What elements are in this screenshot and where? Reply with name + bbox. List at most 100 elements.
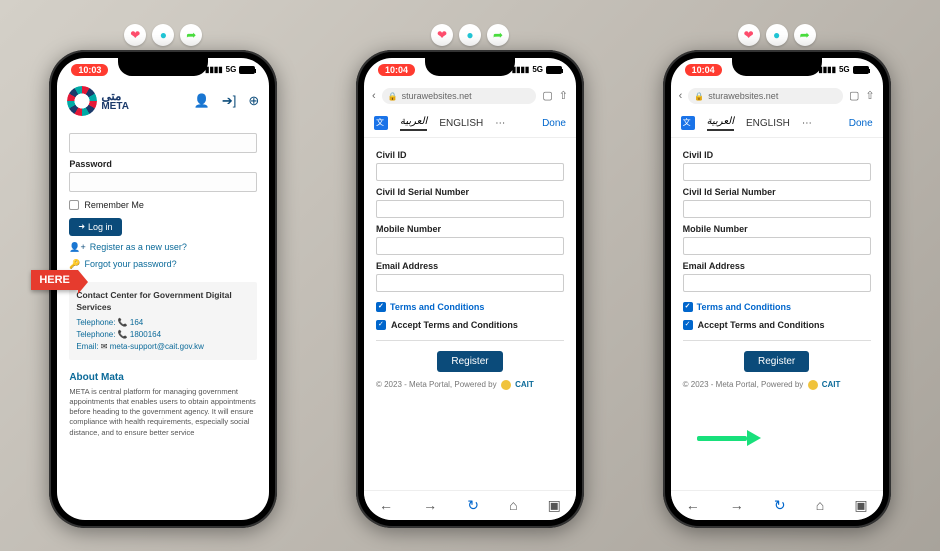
mobile-input[interactable] — [376, 237, 564, 255]
url-field[interactable]: sturawebsites.net — [688, 88, 843, 104]
phone-frame-1: HERE 10:03 ▮▮▮▮ 5G متى META — [49, 50, 277, 528]
lock-icon — [694, 91, 704, 101]
translate-icon[interactable] — [374, 116, 388, 130]
notch — [118, 58, 208, 76]
more-dots-icon[interactable]: ⋯ — [802, 118, 812, 129]
heart-icon[interactable] — [124, 24, 146, 46]
login-arrow-icon[interactable]: ➔] — [222, 93, 237, 109]
terms-link[interactable]: Terms and Conditions — [683, 302, 871, 312]
back-icon[interactable]: ‹ — [679, 90, 683, 102]
tel2-label: Telephone: — [76, 330, 115, 339]
translate-arabic[interactable]: العربية — [400, 116, 427, 131]
nav-forward-icon[interactable]: → — [423, 497, 437, 513]
heart-icon[interactable] — [738, 24, 760, 46]
tel2[interactable]: 1800164 — [130, 330, 161, 339]
cait-globe-icon — [501, 380, 511, 390]
cait-label: CAIT — [822, 380, 841, 389]
url-field[interactable]: sturawebsites.net — [382, 88, 537, 104]
share-up-icon[interactable]: ⇧ — [559, 89, 568, 102]
nav-reload-icon[interactable]: ↻ — [467, 497, 479, 514]
signal-label: 5G — [532, 65, 543, 74]
nav-tabs-icon[interactable]: ▣ — [548, 497, 561, 514]
globe-icon[interactable]: ⊕ — [248, 93, 259, 109]
more-dots-icon[interactable]: ⋯ — [495, 118, 505, 129]
translate-done[interactable]: Done — [542, 118, 566, 129]
password-input[interactable] — [69, 172, 257, 192]
back-icon[interactable]: ‹ — [372, 90, 376, 102]
email-input[interactable] — [683, 274, 871, 292]
terms-label: Terms and Conditions — [697, 302, 791, 312]
user-icon[interactable]: 👤 — [194, 93, 210, 109]
terms-check-icon — [683, 302, 693, 312]
signal-label: 5G — [226, 65, 237, 74]
chat-icon[interactable] — [459, 24, 481, 46]
mobile-label: Mobile Number — [683, 224, 871, 234]
bottom-nav: ← → ↻ ⌂ ▣ — [671, 490, 883, 520]
login-button[interactable]: Log in — [69, 218, 121, 236]
nav-tabs-icon[interactable]: ▣ — [854, 497, 867, 514]
sunburst-icon — [67, 86, 97, 116]
footer: © 2023 - Meta Portal, Powered by CAIT — [683, 380, 871, 390]
bookmark-icon[interactable]: ▢ — [849, 89, 859, 102]
nav-reload-icon[interactable]: ↻ — [774, 497, 786, 514]
civil-serial-input[interactable] — [376, 200, 564, 218]
civil-id-input[interactable] — [376, 163, 564, 181]
register-link[interactable]: Register as a new user? — [90, 242, 187, 252]
share-icon[interactable] — [487, 24, 509, 46]
share-icon[interactable] — [180, 24, 202, 46]
translate-english[interactable]: ENGLISH — [746, 118, 790, 129]
notch — [732, 58, 822, 76]
top-action-circles — [738, 24, 816, 46]
civil-id-label: Civil ID — [683, 150, 871, 160]
share-icon[interactable] — [794, 24, 816, 46]
mobile-label: Mobile Number — [376, 224, 564, 234]
forgot-password-link[interactable]: Forgot your password? — [85, 259, 177, 269]
chat-icon[interactable] — [766, 24, 788, 46]
civil-serial-label: Civil Id Serial Number — [376, 187, 564, 197]
support-email[interactable]: meta-support@cait.gov.kw — [110, 342, 204, 351]
translate-arabic[interactable]: العربية — [707, 116, 734, 131]
nav-home-icon[interactable]: ⌂ — [509, 497, 517, 513]
url-text: sturawebsites.net — [402, 91, 472, 101]
translate-icon[interactable] — [681, 116, 695, 130]
remember-checkbox[interactable] — [69, 200, 79, 210]
nav-forward-icon[interactable]: → — [730, 497, 744, 513]
email-label: Email: — [76, 342, 98, 351]
register-user-icon: 👤+ — [69, 242, 85, 253]
notch — [425, 58, 515, 76]
mobile-input[interactable] — [683, 237, 871, 255]
divider — [376, 340, 564, 341]
accept-checkbox[interactable] — [683, 320, 693, 330]
terms-link[interactable]: Terms and Conditions — [376, 302, 564, 312]
chat-icon[interactable] — [152, 24, 174, 46]
translate-english[interactable]: ENGLISH — [439, 118, 483, 129]
meta-logo: متى META — [67, 86, 129, 116]
terms-label: Terms and Conditions — [390, 302, 484, 312]
heart-icon[interactable] — [431, 24, 453, 46]
footer-text: © 2023 - Meta Portal, Powered by — [683, 380, 804, 389]
nav-back-icon[interactable]: ← — [686, 497, 700, 513]
email-input[interactable] — [376, 274, 564, 292]
phone-frame-2: 10:04 ▮▮▮▮ 5G ‹ sturawebsites.net ▢ ⇧ ال… — [356, 50, 584, 528]
civil-serial-label: Civil Id Serial Number — [683, 187, 871, 197]
green-arrow-annotation — [697, 432, 761, 444]
bookmark-icon[interactable]: ▢ — [542, 89, 552, 102]
register-button[interactable]: Register — [744, 351, 809, 372]
username-input[interactable] — [69, 133, 257, 153]
battery-icon — [239, 66, 255, 74]
tel1[interactable]: 164 — [130, 318, 143, 327]
nav-home-icon[interactable]: ⌂ — [816, 497, 824, 513]
civil-serial-input[interactable] — [683, 200, 871, 218]
share-up-icon[interactable]: ⇧ — [865, 89, 874, 102]
register-button[interactable]: Register — [437, 351, 502, 372]
logo-english: META — [101, 102, 129, 112]
cait-label: CAIT — [515, 380, 534, 389]
email-addr-label: Email Address — [683, 261, 871, 271]
translate-done[interactable]: Done — [849, 118, 873, 129]
accept-checkbox[interactable] — [376, 320, 386, 330]
civil-id-input[interactable] — [683, 163, 871, 181]
status-time: 10:03 — [71, 64, 108, 76]
email-addr-label: Email Address — [376, 261, 564, 271]
translate-bar: العربية ENGLISH ⋯ Done — [364, 110, 576, 138]
nav-back-icon[interactable]: ← — [379, 497, 393, 513]
